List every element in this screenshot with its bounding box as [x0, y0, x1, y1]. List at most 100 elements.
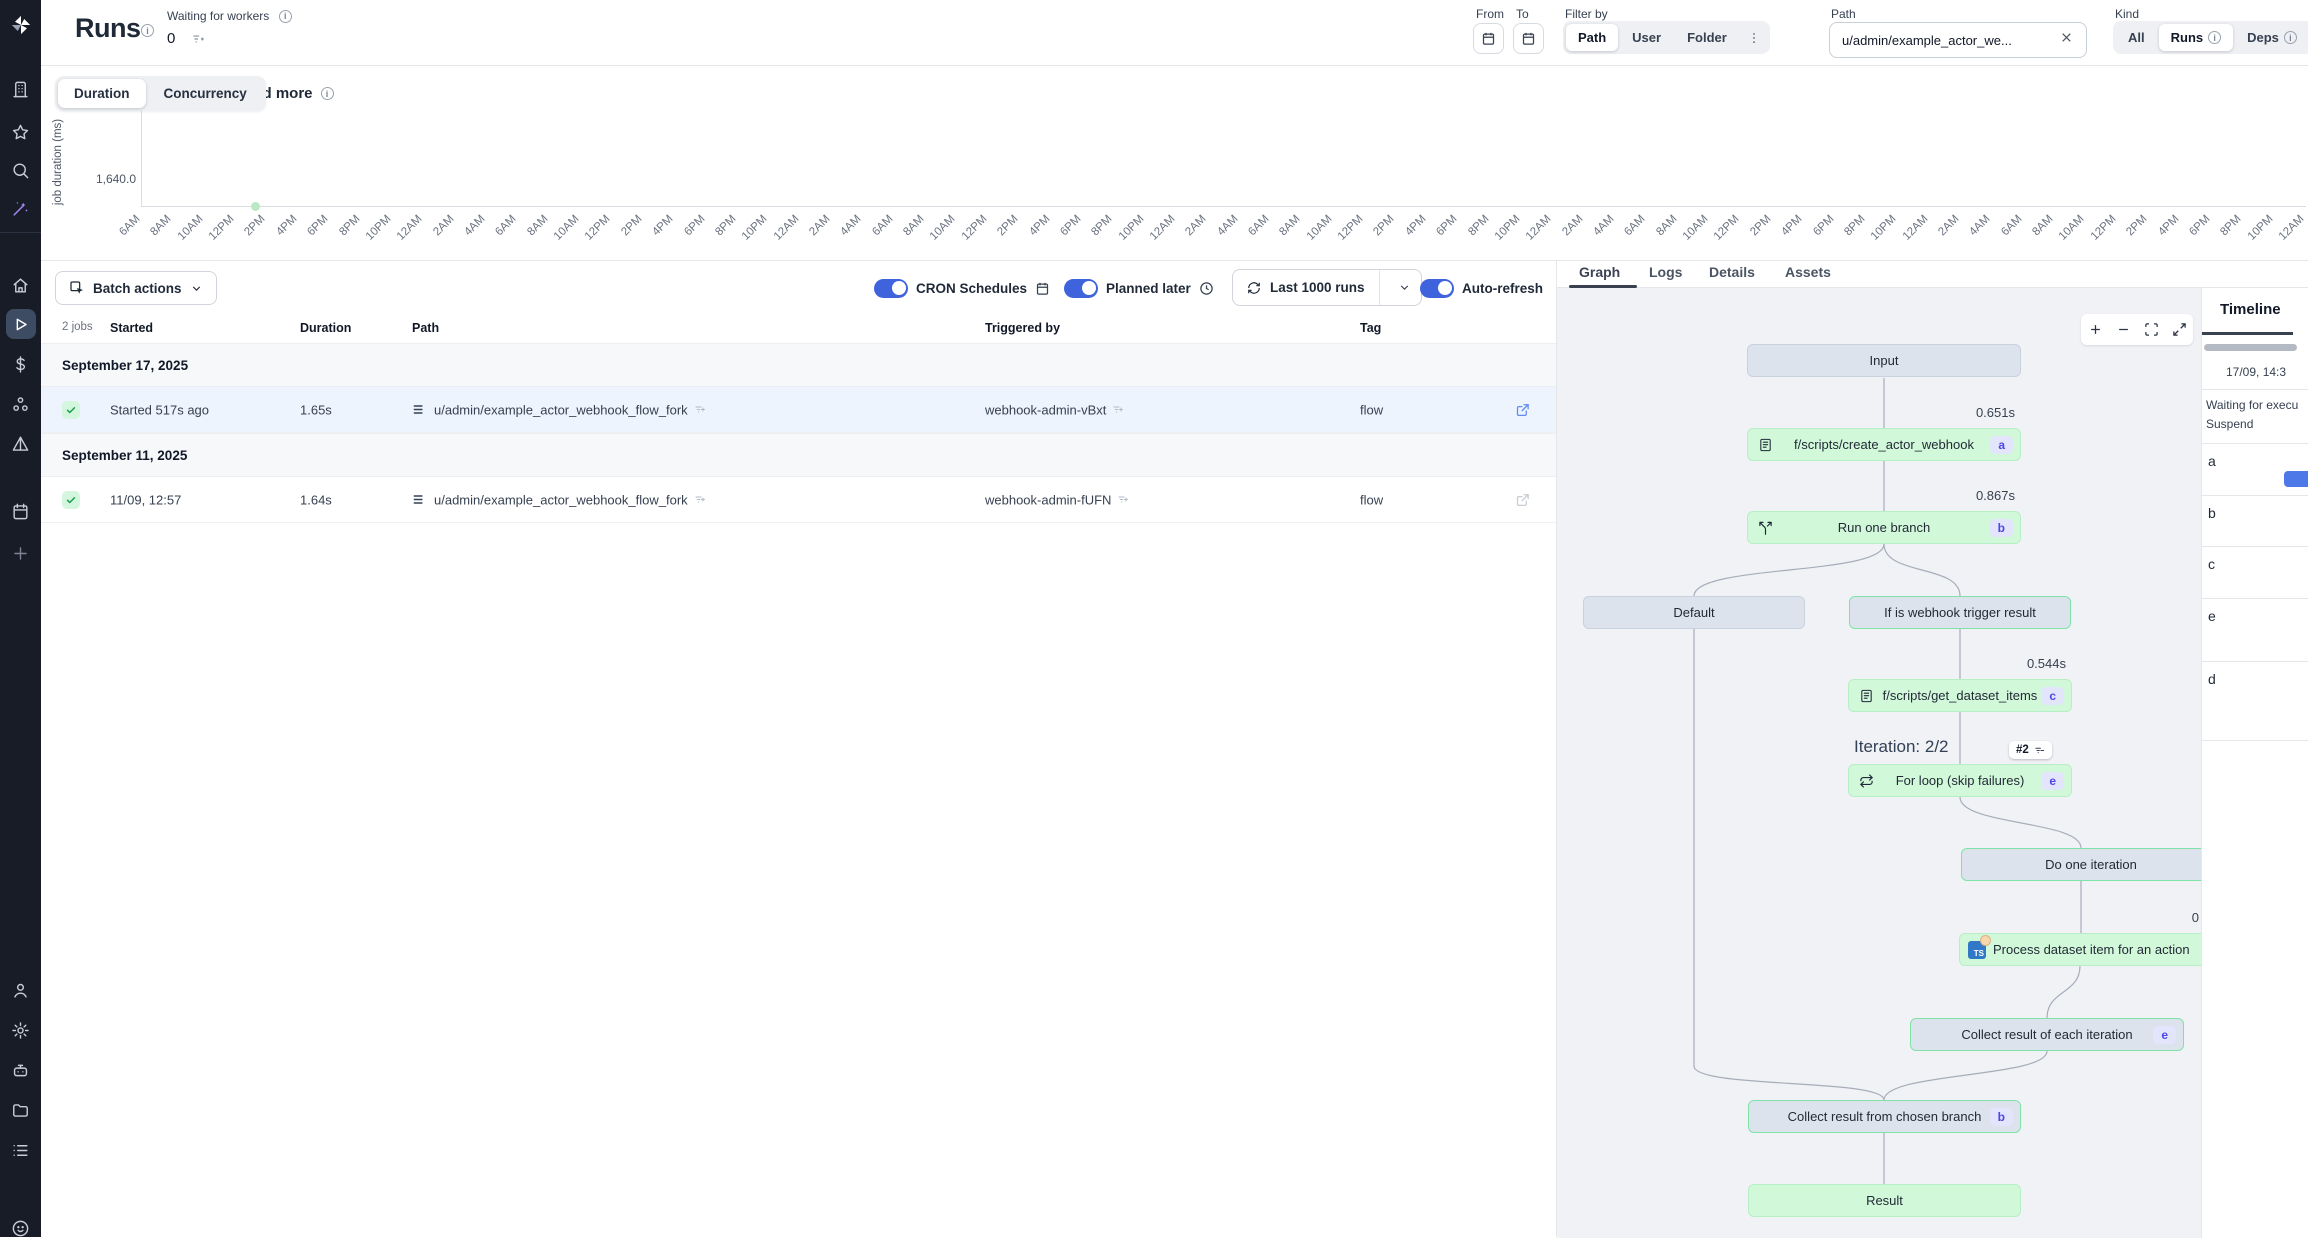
chart-data-point[interactable] [251, 202, 260, 211]
flow-node-collect-branch[interactable]: Collect result from chosen branchb [1748, 1100, 2021, 1133]
timeline-row-c[interactable]: c [2208, 556, 2215, 572]
filter-by-option-user[interactable]: User [1620, 24, 1673, 51]
flow-node-e[interactable]: For loop (skip failures)e [1848, 764, 2072, 797]
magic-wand-icon[interactable] [6, 193, 36, 223]
path-filter-input[interactable] [1829, 22, 2087, 58]
path-label: Path [1831, 7, 1856, 21]
search-icon[interactable] [6, 155, 36, 185]
flow-node-label: If is webhook trigger result [1884, 605, 2036, 620]
tab-assets[interactable]: Assets [1785, 264, 1831, 280]
sidebar-user-icon[interactable] [6, 975, 36, 1005]
sidebar-worker-icon[interactable] [6, 1055, 36, 1085]
sidebar-item-dollar-icon[interactable] [6, 349, 36, 379]
buildings-icon[interactable] [6, 74, 36, 104]
flow-node-result[interactable]: Result [1748, 1184, 2021, 1217]
table-row[interactable]: Started 517s ago1.65su/admin/example_act… [41, 387, 1556, 433]
table-row[interactable]: 11/09, 12:571.64su/admin/example_actor_w… [41, 477, 1556, 523]
path-clear-icon[interactable] [2060, 31, 2073, 44]
timeline-tab[interactable]: Timeline [2220, 301, 2281, 318]
flow-node-process[interactable]: Process dataset item for an action [1959, 933, 2201, 966]
run-started: Started 517s ago [110, 402, 209, 417]
sidebar-item-resources-icon[interactable] [6, 389, 36, 419]
windmill-logo-icon[interactable] [6, 10, 36, 40]
tab-duration[interactable]: Duration [58, 79, 146, 108]
timeline-row-a[interactable]: a [2208, 453, 2216, 469]
sidebar-gear-icon[interactable] [6, 1015, 36, 1045]
timeline-duration-bar[interactable] [2284, 471, 2308, 487]
fit-view-icon[interactable] [2144, 322, 2159, 337]
script-icon [1758, 437, 1773, 452]
filter-by-option-folder[interactable]: Folder [1675, 24, 1739, 51]
batch-actions-button[interactable]: Batch actions [55, 271, 217, 305]
tab-details[interactable]: Details [1709, 264, 1755, 280]
filter-by-option-path[interactable]: Path [1566, 24, 1618, 51]
to-date-button[interactable] [1513, 23, 1544, 54]
timeline-row-divider [2202, 740, 2308, 741]
step-id-badge: c [2041, 687, 2064, 705]
sidebar-logs-icon[interactable] [6, 1135, 36, 1165]
filter-by-menu-icon[interactable] [1741, 31, 1767, 45]
timeline-scrollbar[interactable] [2204, 344, 2297, 351]
open-run-icon[interactable] [1515, 402, 1530, 417]
flow-node-c[interactable]: f/scripts/get_dataset_itemsc [1848, 679, 2072, 712]
runs-count-chevron-icon[interactable] [1388, 270, 1421, 305]
sidebar-avatar-icon[interactable] [6, 1213, 36, 1243]
flow-node-collect-iteration[interactable]: Collect result of each iteratione [1910, 1018, 2184, 1051]
run-path[interactable]: u/admin/example_actor_webhook_flow_fork [412, 492, 706, 507]
duration-chart: oad more Duration Concurrency job durati… [41, 66, 2308, 260]
open-run-icon[interactable] [1515, 492, 1530, 507]
waiting-workers-label: Waiting for workers [167, 9, 269, 23]
branch-icon [1758, 520, 1773, 535]
flow-node-default-branch[interactable]: Default [1583, 596, 1805, 629]
kind-option-all[interactable]: All [2116, 24, 2157, 51]
zoom-in-icon[interactable] [2088, 322, 2103, 337]
ts-icon [1968, 941, 1986, 959]
sidebar-item-calendar-icon[interactable] [6, 496, 36, 526]
flow-node-b[interactable]: Run one branchb [1747, 511, 2021, 544]
auto-refresh-toggle[interactable] [1420, 279, 1454, 298]
zoom-out-icon[interactable] [2116, 322, 2131, 337]
table-date-group[interactable]: September 11, 2025 [41, 433, 1556, 477]
sidebar-item-home-icon[interactable] [6, 270, 36, 300]
table-header: 2 jobs Started Duration Path Triggered b… [41, 317, 1556, 343]
timeline-panel: Timeline 17/09, 14:3 Waiting for execu S… [2201, 288, 2308, 1238]
triggered-filter-plus-icon[interactable] [1112, 403, 1124, 415]
planned-later-toggle-row: Planned later [1064, 271, 1214, 305]
flow-node-if-branch[interactable]: If is webhook trigger result [1849, 596, 2071, 629]
table-date-group[interactable]: September 17, 2025 [41, 343, 1556, 387]
cron-schedules-toggle[interactable] [874, 279, 908, 298]
star-icon[interactable] [6, 117, 36, 147]
kind-option-runs[interactable]: Runs [2159, 24, 2234, 51]
runs-count-select[interactable]: Last 1000 runs [1232, 269, 1422, 306]
waiting-workers-info-icon [279, 10, 292, 23]
kind-option-deps[interactable]: Deps [2235, 24, 2308, 51]
run-path[interactable]: u/admin/example_actor_webhook_flow_fork [412, 402, 706, 417]
sidebar-item-plus-icon[interactable] [6, 538, 36, 568]
sidebar-folder-icon[interactable] [6, 1095, 36, 1125]
planned-later-toggle[interactable] [1064, 279, 1098, 298]
path-filter-plus-icon[interactable] [694, 493, 706, 505]
flow-graph-canvas[interactable]: Input0.651sf/scripts/create_actor_webhoo… [1557, 288, 2201, 1238]
tab-logs[interactable]: Logs [1649, 264, 1682, 280]
from-date-button[interactable] [1473, 23, 1504, 54]
flow-node-do-iteration[interactable]: Do one iteration [1961, 848, 2201, 881]
timeline-row-e[interactable]: e [2208, 608, 2216, 624]
run-triggered-by[interactable]: webhook-admin-vBxt [985, 402, 1124, 417]
run-triggered-by[interactable]: webhook-admin-fUFN [985, 492, 1129, 507]
sidebar-item-pyramid-icon[interactable] [6, 429, 36, 459]
iteration-note: Iteration: 2/2 [1854, 737, 1949, 757]
iteration-selector[interactable]: #2 [2009, 741, 2052, 759]
waiting-workers-filter-icon[interactable] [191, 32, 205, 46]
flow-node-a[interactable]: f/scripts/create_actor_webhooka [1747, 428, 2021, 461]
tab-concurrency[interactable]: Concurrency [148, 79, 263, 108]
path-filter-plus-icon[interactable] [694, 403, 706, 415]
triggered-filter-plus-icon[interactable] [1117, 493, 1129, 505]
timeline-row-b[interactable]: b [2208, 505, 2216, 521]
page-title: Runs [75, 13, 141, 44]
flow-node-label: Default [1673, 605, 1714, 620]
tab-graph[interactable]: Graph [1579, 264, 1620, 280]
flow-node-input[interactable]: Input [1747, 344, 2021, 377]
expand-icon[interactable] [2172, 322, 2187, 337]
timeline-row-d[interactable]: d [2208, 671, 2216, 687]
sidebar-item-play-icon[interactable] [6, 309, 36, 339]
